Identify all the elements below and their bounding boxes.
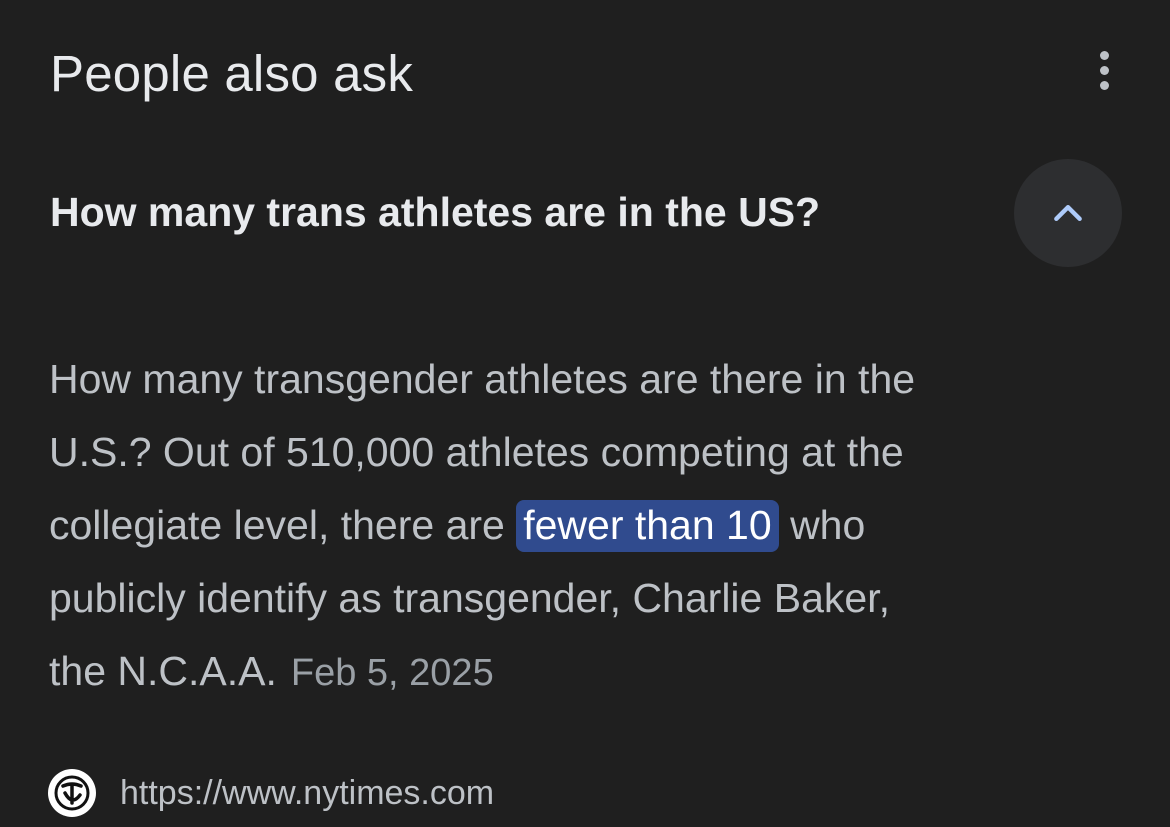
answer-text: collegiate level, there are [49, 502, 517, 548]
more-vert-icon [1099, 50, 1109, 90]
answer-line: publicly identify as transgender, Charli… [49, 575, 890, 621]
answer-line: How many transgender athletes are there … [49, 356, 916, 402]
source-url[interactable]: https://www.nytimes.com [120, 774, 494, 813]
collapse-button[interactable] [1014, 159, 1122, 267]
source-link[interactable]: https://www.nytimes.com [48, 768, 494, 818]
chevron-up-icon [1054, 205, 1082, 221]
answer-line: collegiate level, there are fewer than 1… [49, 489, 1129, 562]
answer-text: who [778, 502, 866, 548]
highlighted-answer: fewer than 10 [516, 500, 779, 552]
section-title: People also ask [50, 45, 414, 102]
answer-date: Feb 5, 2025 [290, 652, 494, 694]
answer-text: the N.C.A.A. [49, 648, 277, 694]
answer-line: U.S.? Out of 510,000 athletes competing … [49, 429, 904, 475]
question-text[interactable]: How many trans athletes are in the US? [50, 184, 820, 240]
more-options-button[interactable] [1078, 44, 1130, 96]
answer-line: the N.C.A.A. Feb 5, 2025 [49, 635, 1129, 710]
answer-snippet: How many transgender athletes are there … [49, 343, 1129, 710]
nytimes-logo-icon [48, 769, 96, 817]
